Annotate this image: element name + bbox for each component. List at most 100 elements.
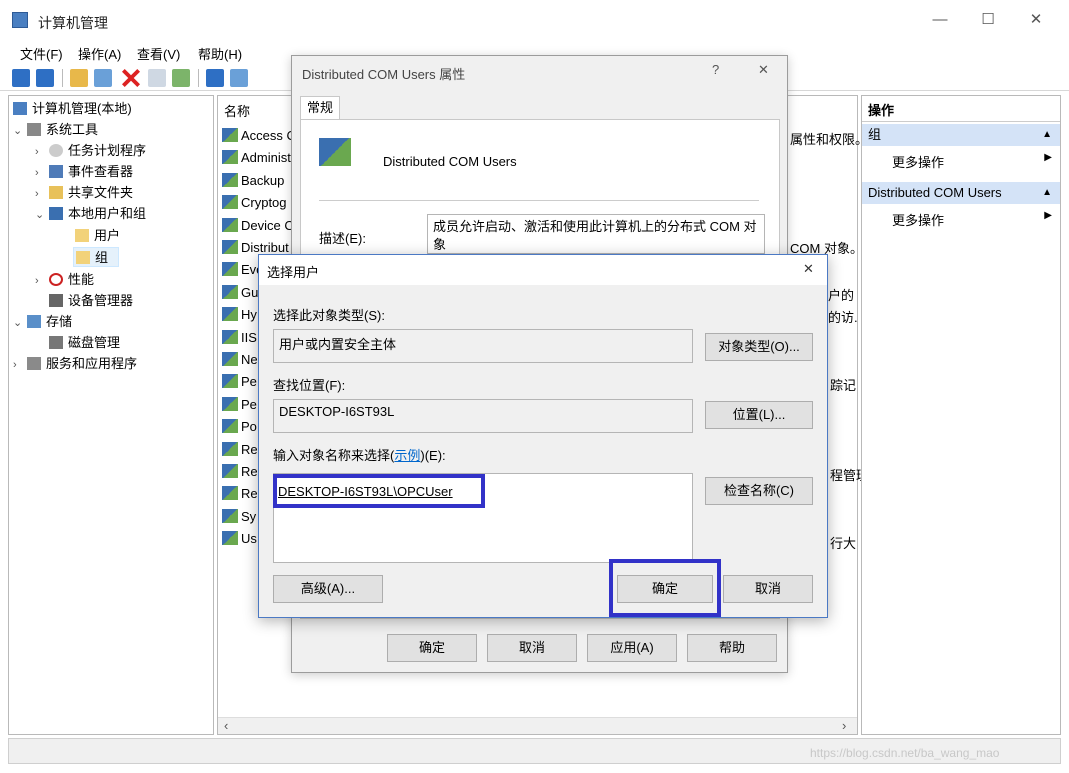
tree-item-disk-management[interactable]: 磁盘管理 bbox=[49, 333, 120, 353]
chevron-right-icon[interactable]: › bbox=[35, 163, 49, 183]
chevron-right-icon[interactable]: › bbox=[35, 271, 49, 291]
computer-icon bbox=[13, 102, 27, 115]
description-label: 描述(E): bbox=[319, 231, 366, 246]
description-field[interactable]: 成员允许启动、激活和使用此计算机上的分布式 COM 对象 bbox=[427, 214, 765, 254]
more-actions-2[interactable]: 更多操作 bbox=[892, 210, 944, 229]
minimize-button[interactable]: — bbox=[925, 8, 955, 32]
group-icon bbox=[222, 374, 238, 389]
select-users-close-button[interactable]: ✕ bbox=[803, 261, 814, 277]
list-item[interactable]: IIS bbox=[222, 327, 257, 349]
list-item[interactable]: Sy bbox=[222, 506, 256, 528]
tab-general[interactable]: 常规 bbox=[300, 96, 340, 120]
group-icon bbox=[222, 329, 238, 344]
chevron-right-icon[interactable]: › bbox=[35, 184, 49, 204]
list-item[interactable]: Re bbox=[222, 461, 258, 483]
delete-icon[interactable] bbox=[122, 69, 140, 87]
locations-button[interactable]: 位置(L)... bbox=[705, 401, 813, 429]
actions-group-header[interactable]: 组 ▲ bbox=[862, 124, 1060, 146]
forward-icon[interactable] bbox=[36, 69, 54, 87]
location-label: 查找位置(F): bbox=[273, 378, 346, 393]
chevron-down-icon[interactable]: ⌄ bbox=[13, 313, 27, 333]
list-item[interactable]: Pe bbox=[222, 371, 257, 393]
up-folder-icon[interactable] bbox=[70, 69, 88, 87]
select-users-title: 选择用户 bbox=[267, 265, 320, 280]
help-icon[interactable] bbox=[206, 69, 224, 87]
scroll-right-icon[interactable]: › bbox=[842, 718, 846, 733]
list-item[interactable]: Administ bbox=[222, 147, 291, 169]
examples-link[interactable]: 示例 bbox=[394, 448, 420, 463]
collapse-up-icon[interactable]: ▲ bbox=[1042, 182, 1052, 204]
props-cancel-button[interactable]: 取消 bbox=[487, 634, 577, 662]
tree-item-root[interactable]: 计算机管理(本地) bbox=[13, 99, 132, 119]
tree-item-event-viewer[interactable]: › 事件查看器 bbox=[35, 162, 133, 182]
chevron-right-icon[interactable]: › bbox=[35, 142, 49, 162]
tree-item-shared-folders[interactable]: › 共享文件夹 bbox=[35, 183, 133, 203]
list-item[interactable]: Ne bbox=[222, 349, 258, 371]
tree-item-device-manager[interactable]: 设备管理器 bbox=[49, 291, 133, 311]
tree-item-system-tools[interactable]: ⌄ 系统工具 bbox=[13, 120, 98, 140]
select-cancel-button[interactable]: 取消 bbox=[723, 575, 813, 603]
list-item[interactable]: Device C bbox=[222, 215, 294, 237]
list-item[interactable]: Po bbox=[222, 416, 257, 438]
list-item[interactable]: Gu bbox=[222, 282, 258, 304]
list-item[interactable]: Us bbox=[222, 528, 257, 550]
object-types-button[interactable]: 对象类型(O)... bbox=[705, 333, 813, 361]
group-icon bbox=[222, 150, 238, 165]
menu-file[interactable]: 文件(F) bbox=[20, 44, 63, 63]
list-item-label: Access C bbox=[241, 128, 296, 143]
back-icon[interactable] bbox=[12, 69, 30, 87]
device-manager-icon bbox=[49, 294, 63, 307]
group-icon bbox=[222, 240, 238, 254]
list-item[interactable]: Cryptog bbox=[222, 192, 287, 214]
group-icon bbox=[319, 138, 351, 166]
properties-icon[interactable] bbox=[148, 69, 166, 87]
tree-item-users[interactable]: 用户 bbox=[75, 226, 120, 246]
list-item[interactable]: Access C bbox=[222, 125, 296, 147]
list-item[interactable]: Hy bbox=[222, 304, 257, 326]
folder-icon bbox=[76, 251, 90, 264]
select-users-titlebar bbox=[259, 255, 827, 285]
event-viewer-icon bbox=[49, 165, 63, 178]
tree-item-groups[interactable]: 组 bbox=[73, 247, 119, 267]
clock-icon bbox=[49, 144, 63, 157]
menu-action[interactable]: 操作(A) bbox=[78, 44, 121, 63]
group-icon bbox=[222, 464, 238, 478]
close-button[interactable]: ✕ bbox=[1021, 8, 1051, 32]
object-type-field: 用户或内置安全主体 bbox=[273, 329, 693, 363]
tree-item-services-apps[interactable]: › 服务和应用程序 bbox=[13, 354, 137, 374]
scroll-left-icon[interactable]: ‹ bbox=[224, 718, 228, 733]
chevron-down-icon[interactable]: ⌄ bbox=[35, 205, 49, 225]
column-header-name[interactable]: 名称 bbox=[224, 101, 250, 120]
actions-selection-header[interactable]: Distributed COM Users ▲ bbox=[862, 182, 1060, 204]
props-apply-button[interactable]: 应用(A) bbox=[587, 634, 677, 662]
list-item[interactable]: Pe bbox=[222, 394, 257, 416]
properties-close-button[interactable]: ✕ bbox=[758, 62, 769, 78]
tree-item-performance[interactable]: › 性能 bbox=[35, 270, 94, 290]
list-item-label: Re bbox=[241, 486, 258, 502]
description-cell: 属性和权限。 bbox=[790, 132, 869, 147]
menu-help[interactable]: 帮助(H) bbox=[198, 44, 242, 63]
tree-item-local-users-groups[interactable]: ⌄ 本地用户和组 bbox=[35, 204, 146, 224]
show-hide-tree-icon[interactable] bbox=[94, 69, 112, 87]
menu-view[interactable]: 查看(V) bbox=[137, 44, 180, 63]
list-item[interactable]: Re bbox=[222, 439, 258, 461]
chevron-down-icon[interactable]: ⌄ bbox=[13, 121, 27, 141]
advanced-button[interactable]: 高级(A)... bbox=[273, 575, 383, 603]
help-icon[interactable]: ? bbox=[712, 62, 719, 77]
horizontal-scrollbar[interactable]: ‹ › bbox=[218, 717, 857, 734]
list-item[interactable]: Backup bbox=[222, 170, 284, 192]
export-list-icon[interactable] bbox=[172, 69, 190, 87]
more-actions-1[interactable]: 更多操作 bbox=[892, 152, 944, 171]
list-item[interactable]: Re bbox=[222, 483, 258, 505]
props-ok-button[interactable]: 确定 bbox=[387, 634, 477, 662]
chevron-right-icon[interactable]: › bbox=[13, 355, 27, 375]
tree-item-storage[interactable]: ⌄ 存储 bbox=[13, 312, 72, 332]
maximize-button[interactable]: ☐ bbox=[973, 8, 1003, 32]
list-item-label: Us bbox=[241, 531, 257, 547]
collapse-up-icon[interactable]: ▲ bbox=[1042, 124, 1052, 146]
check-names-button[interactable]: 检查名称(C) bbox=[705, 477, 813, 505]
tree-item-task-scheduler[interactable]: › 任务计划程序 bbox=[35, 141, 146, 161]
props-help-button[interactable]: 帮助 bbox=[687, 634, 777, 662]
list-item-label: Gu bbox=[241, 284, 259, 300]
show-hide-action-pane-icon[interactable] bbox=[230, 69, 248, 87]
